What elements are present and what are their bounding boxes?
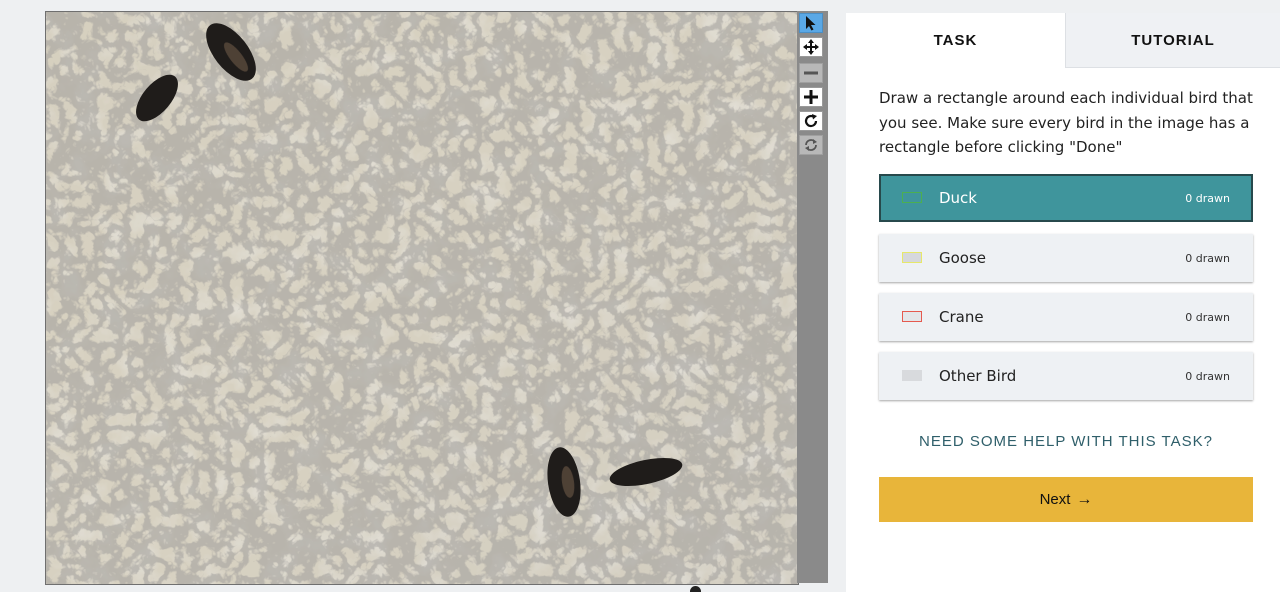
help-link[interactable]: NEED SOME HELP WITH THIS TASK? [879, 433, 1253, 450]
pointer-icon [806, 16, 816, 31]
crane-swatch-icon [902, 311, 922, 322]
choice-count: 0 drawn [1185, 369, 1230, 383]
arrow-right-icon: → [1076, 490, 1093, 508]
viewer-toolbar [797, 11, 828, 583]
info-icon [690, 586, 701, 592]
choice-label: Other Bird [939, 367, 1017, 385]
tab-task[interactable]: TASK [846, 13, 1065, 68]
other-bird-swatch-icon [902, 370, 922, 381]
choice-count: 0 drawn [1185, 310, 1230, 324]
goose-swatch-icon [902, 252, 922, 263]
image-metadata-info[interactable] [688, 586, 828, 592]
subject-image-viewer[interactable] [45, 11, 799, 585]
choice-duck[interactable]: Duck 0 drawn [879, 174, 1253, 222]
zoom-out-icon [804, 71, 818, 75]
choice-other-bird[interactable]: Other Bird 0 drawn [879, 352, 1253, 400]
choice-label: Crane [939, 308, 984, 326]
zoom-in-icon [804, 90, 818, 104]
choice-crane[interactable]: Crane 0 drawn [879, 293, 1253, 341]
choice-count: 0 drawn [1185, 251, 1230, 265]
move-icon [803, 39, 819, 55]
choice-count: 0 drawn [1185, 191, 1230, 205]
task-panel: TASK TUTORIAL Draw a rectangle around ea… [846, 13, 1280, 592]
choice-goose[interactable]: Goose 0 drawn [879, 234, 1253, 282]
next-button[interactable]: Next → [879, 477, 1253, 522]
choice-label: Goose [939, 249, 987, 267]
rotate-icon [804, 114, 818, 128]
move-tool-button[interactable] [799, 37, 823, 57]
reset-button[interactable] [799, 135, 823, 155]
bird-photo [46, 12, 798, 584]
task-instructions: Draw a rectangle around each individual … [879, 89, 1253, 156]
zoom-out-button[interactable] [799, 63, 823, 83]
zoom-in-button[interactable] [799, 87, 823, 107]
choice-label: Duck [939, 189, 977, 207]
tab-tutorial[interactable]: TUTORIAL [1065, 13, 1280, 68]
panel-tabs: TASK TUTORIAL [846, 13, 1280, 68]
rotate-button[interactable] [799, 111, 823, 131]
duck-swatch-icon [902, 192, 922, 203]
next-button-label: Next [1039, 491, 1071, 508]
pointer-tool-button[interactable] [799, 13, 823, 33]
reset-icon [805, 139, 817, 151]
